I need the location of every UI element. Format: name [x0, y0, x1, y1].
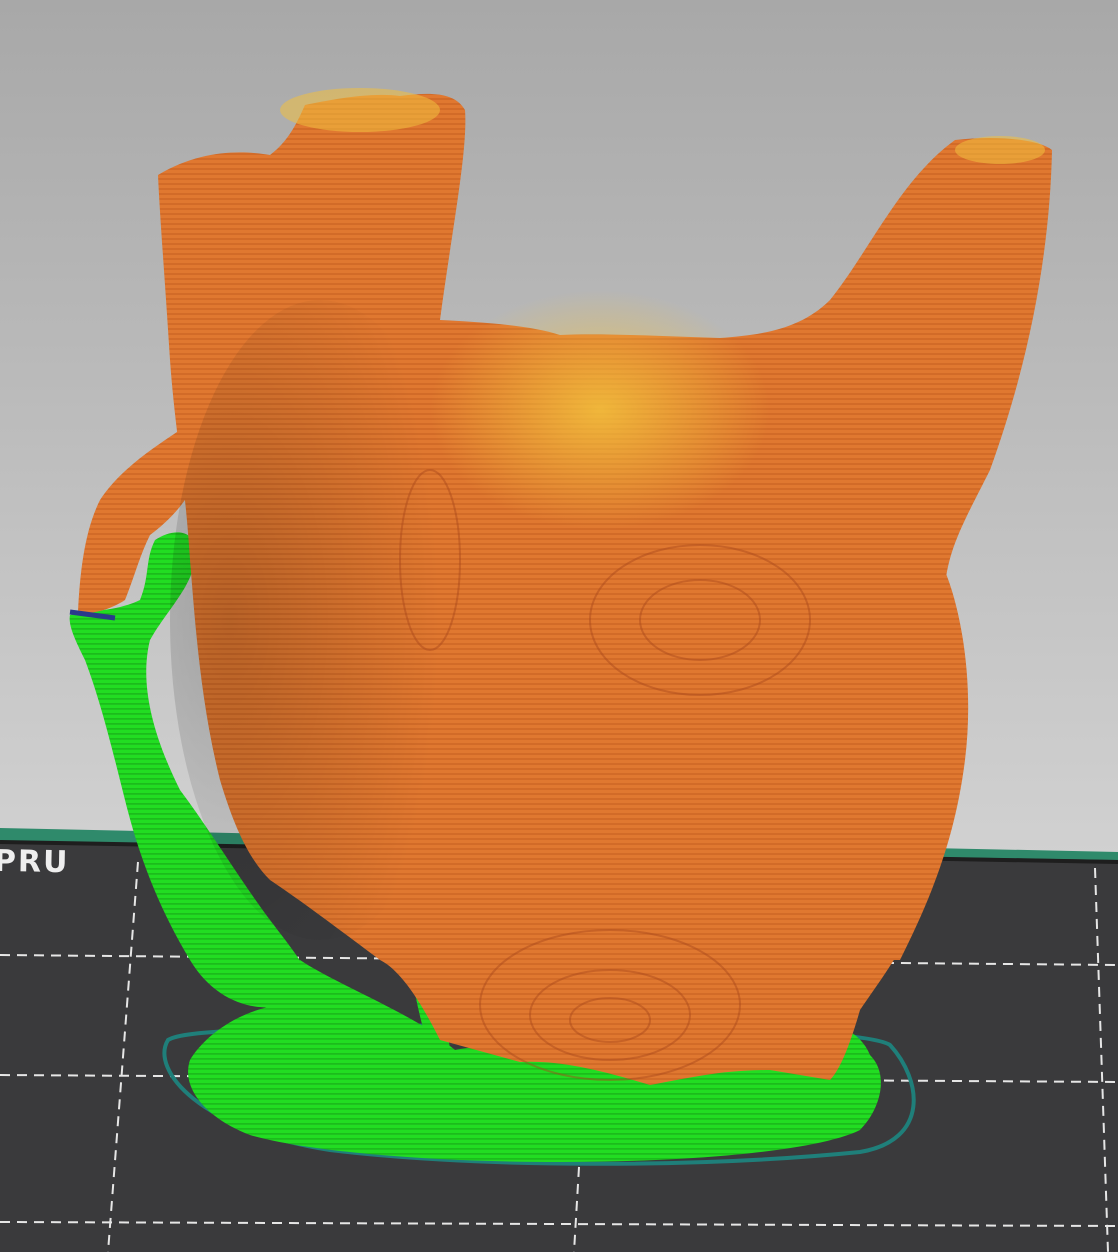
model-inner-cavity-shading — [430, 290, 770, 530]
model-top-rim-right — [955, 136, 1045, 164]
model-side-shading — [170, 300, 470, 940]
model-top-rim-left — [280, 88, 440, 132]
bed-logo-text: PRU — [0, 844, 70, 880]
3d-preview-viewport[interactable]: PRU — [0, 0, 1118, 1252]
